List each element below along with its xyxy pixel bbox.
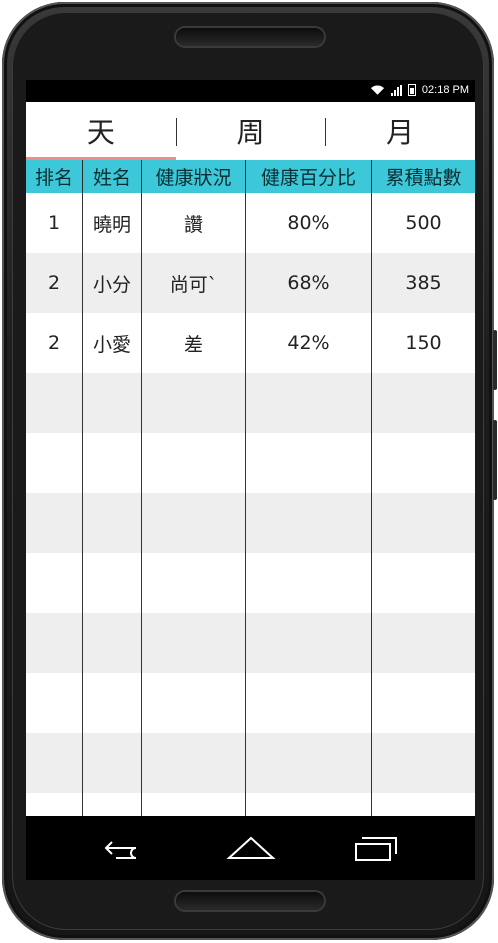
cell-name: 小分 bbox=[82, 253, 141, 313]
cell-health-percent: 42% bbox=[245, 313, 371, 373]
cell-name: 曉明 bbox=[82, 193, 141, 253]
tab-month[interactable]: 月 bbox=[325, 102, 475, 160]
nav-bar bbox=[26, 816, 475, 880]
cell-health-percent bbox=[245, 613, 371, 673]
status-bar: 02:18 PM bbox=[26, 80, 475, 102]
cell-health-percent: 80% bbox=[245, 193, 371, 253]
cell-name bbox=[82, 433, 141, 493]
tab-week[interactable]: 周 bbox=[175, 102, 326, 160]
cell-rank bbox=[26, 553, 82, 613]
cell-rank bbox=[26, 673, 82, 733]
cell-health-status: 差 bbox=[141, 313, 245, 373]
cell-points bbox=[371, 553, 475, 613]
cell-points: 150 bbox=[371, 313, 475, 373]
table-row[interactable] bbox=[26, 493, 475, 553]
cell-name bbox=[82, 793, 141, 816]
cell-rank: 2 bbox=[47, 332, 61, 354]
cell-points bbox=[371, 793, 475, 816]
cell-health-status bbox=[141, 613, 245, 673]
back-icon bbox=[104, 841, 137, 859]
cell-rank bbox=[26, 493, 82, 553]
back-button[interactable] bbox=[100, 830, 150, 866]
table-body: 1 曉明讚 80% 500 2 小分 尚可` 68% 385 2 小愛差 42% 150 bbox=[26, 193, 475, 816]
tab-month-label: 月 bbox=[386, 116, 415, 149]
cell-health-percent bbox=[245, 493, 371, 553]
cell-health-status bbox=[141, 373, 245, 433]
cell-name bbox=[82, 373, 141, 433]
period-tabs: 天 周 月 bbox=[26, 102, 475, 160]
home-button[interactable] bbox=[226, 830, 276, 866]
table-row[interactable] bbox=[26, 613, 475, 673]
cell-rank bbox=[26, 613, 82, 673]
column-header-name: 姓名 bbox=[82, 160, 141, 193]
ranking-table: 排名 姓名 健康狀況 健康百分比 累積點數 1 曉明讚 80% 500 2 小分 尚可` 68… bbox=[26, 160, 475, 816]
recents-icon bbox=[355, 837, 397, 861]
table-row[interactable]: 2 小愛差 42% 150 bbox=[26, 313, 475, 373]
column-header-points: 累積點數 bbox=[371, 160, 475, 193]
cell-rank: 1 bbox=[47, 212, 61, 234]
top-speaker bbox=[176, 28, 324, 46]
cell-health-status: 讚 bbox=[141, 193, 245, 253]
status-time: 02:18 PM bbox=[421, 84, 469, 96]
table-row[interactable] bbox=[26, 793, 475, 816]
cell-points bbox=[371, 493, 475, 553]
cell-rank bbox=[26, 433, 82, 493]
cell-health-status bbox=[141, 493, 245, 553]
tab-day-label: 天 bbox=[86, 116, 115, 149]
cell-health-status bbox=[141, 733, 245, 793]
cell-health-percent: 68% bbox=[245, 253, 371, 313]
volume-button[interactable] bbox=[493, 330, 497, 390]
cell-health-percent bbox=[245, 733, 371, 793]
cell-name bbox=[82, 733, 141, 793]
cell-name: 小愛 bbox=[82, 313, 141, 373]
cell-points: 500 bbox=[371, 193, 475, 253]
cell-points bbox=[371, 373, 475, 433]
cell-rank bbox=[26, 733, 82, 793]
signal-icon bbox=[390, 84, 402, 96]
column-header-health-status: 健康狀況 bbox=[141, 160, 245, 193]
cell-health-percent bbox=[245, 433, 371, 493]
home-icon bbox=[226, 836, 276, 859]
power-button[interactable] bbox=[493, 420, 497, 500]
battery-icon bbox=[407, 84, 416, 96]
cell-name bbox=[82, 493, 141, 553]
column-header-health-percent: 健康百分比 bbox=[245, 160, 371, 193]
wifi-icon bbox=[370, 85, 384, 95]
recents-button[interactable] bbox=[352, 830, 402, 866]
table-row[interactable] bbox=[26, 433, 475, 493]
cell-health-percent bbox=[245, 553, 371, 613]
cell-health-percent bbox=[245, 373, 371, 433]
table-row[interactable] bbox=[26, 673, 475, 733]
table-header: 排名 姓名 健康狀況 健康百分比 累積點數 bbox=[26, 160, 475, 193]
cell-points bbox=[371, 673, 475, 733]
cell-rank: 2 bbox=[47, 272, 61, 294]
table-row[interactable]: 2 小分 尚可` 68% 385 bbox=[26, 253, 475, 313]
bottom-speaker bbox=[176, 892, 324, 910]
cell-health-status bbox=[141, 553, 245, 613]
cell-points: 385 bbox=[371, 253, 475, 313]
cell-points bbox=[371, 433, 475, 493]
cell-health-percent bbox=[245, 673, 371, 733]
cell-health-percent bbox=[245, 793, 371, 816]
cell-health-status bbox=[141, 673, 245, 733]
table-row[interactable] bbox=[26, 553, 475, 613]
cell-name bbox=[82, 553, 141, 613]
table-row[interactable] bbox=[26, 373, 475, 433]
table-row[interactable] bbox=[26, 733, 475, 793]
table-row[interactable]: 1 曉明讚 80% 500 bbox=[26, 193, 475, 253]
column-header-rank: 排名 bbox=[34, 167, 73, 189]
tab-day[interactable]: 天 bbox=[26, 102, 176, 160]
cell-points bbox=[371, 613, 475, 673]
cell-points bbox=[371, 733, 475, 793]
cell-health-status: 尚可` bbox=[141, 253, 245, 313]
cell-health-status bbox=[141, 793, 245, 816]
cell-rank bbox=[26, 373, 82, 433]
tab-week-label: 周 bbox=[236, 116, 265, 149]
screen: 02:18 PM 天 周 月 排名 姓名 健康狀況 健康百分比 累積點數 1 曉明… bbox=[26, 80, 475, 816]
cell-rank bbox=[26, 793, 82, 816]
cell-name bbox=[82, 673, 141, 733]
cell-health-status bbox=[141, 433, 245, 493]
cell-name bbox=[82, 613, 141, 673]
